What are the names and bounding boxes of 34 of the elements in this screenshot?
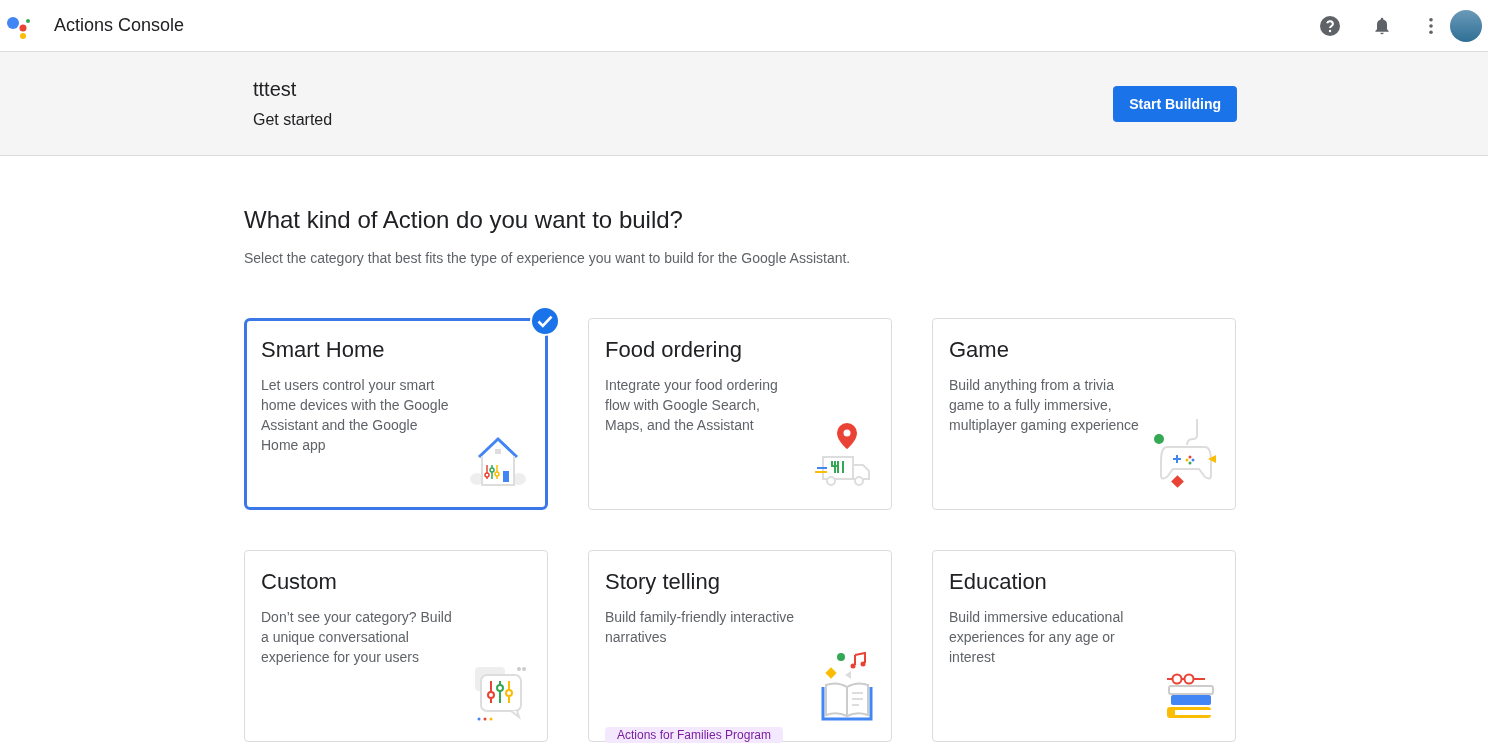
- books-glasses-icon: [1165, 673, 1217, 721]
- gamepad-icon: [1153, 417, 1217, 489]
- account-avatar[interactable]: [1450, 9, 1482, 42]
- section-heading: What kind of Action do you want to build?: [244, 206, 684, 234]
- card-title: Story telling: [605, 569, 721, 595]
- card-description: Integrate your food ordering flow with Google Search, Maps, and the Assistant: [605, 376, 779, 435]
- more-vertical-icon[interactable]: [1428, 16, 1434, 35]
- category-card[interactable]: Smart Home Let users control your smart home devices with the Google Assistant and the Google Home app: [244, 318, 548, 510]
- category-card[interactable]: Education Build immersive educational experiences for any age or interest: [932, 550, 1236, 742]
- card-description: Let users control your smart home devices with the Google Assistant and the Google Home app: [261, 376, 450, 455]
- category-card[interactable]: Food ordering Integrate your food ordering flow with Google Search, Maps, and the Assistant: [588, 318, 892, 510]
- project-name: tttest: [253, 78, 298, 101]
- card-description: Build immersive educational experiences for any age or interest: [949, 608, 1125, 667]
- chat-sliders-icon: [473, 665, 529, 721]
- card-description: Build anything from a trivia game to a fully immersive, multiplayer gaming experience: [949, 376, 1140, 435]
- card-title: Education: [949, 569, 1048, 595]
- category-card[interactable]: Story telling Build family-friendly interactive narratives Actions for Families Program: [588, 550, 892, 742]
- help-icon[interactable]: [1318, 13, 1342, 38]
- card-description: Build family-friendly interactive narratives: [605, 608, 796, 647]
- book-music-icon: [821, 651, 873, 721]
- card-title: Custom: [261, 569, 338, 595]
- card-title: Game: [949, 337, 1010, 363]
- page-subtitle: Get started: [253, 111, 333, 129]
- category-card[interactable]: Game Build anything from a trivia game to a fully immersive, multiplayer gaming experience: [932, 318, 1236, 510]
- start-building-button[interactable]: Start Building: [1113, 85, 1237, 122]
- card-title: Smart Home: [261, 337, 386, 363]
- category-card[interactable]: Custom Don’t see your category? Build a unique conversational experience for your users: [244, 550, 548, 742]
- app-title: Actions Console: [54, 15, 185, 36]
- card-description: Don’t see your category? Build a unique conversational experience for your users: [261, 608, 453, 667]
- house-sliders-icon: [469, 435, 527, 487]
- card-title: Food ordering: [605, 337, 743, 363]
- section-description: Select the category that best fits the type of experience you want to build for the Google Assistant.: [244, 250, 852, 266]
- program-tag: Actions for Families Program: [605, 727, 784, 743]
- pin-truck-icon: [815, 421, 873, 489]
